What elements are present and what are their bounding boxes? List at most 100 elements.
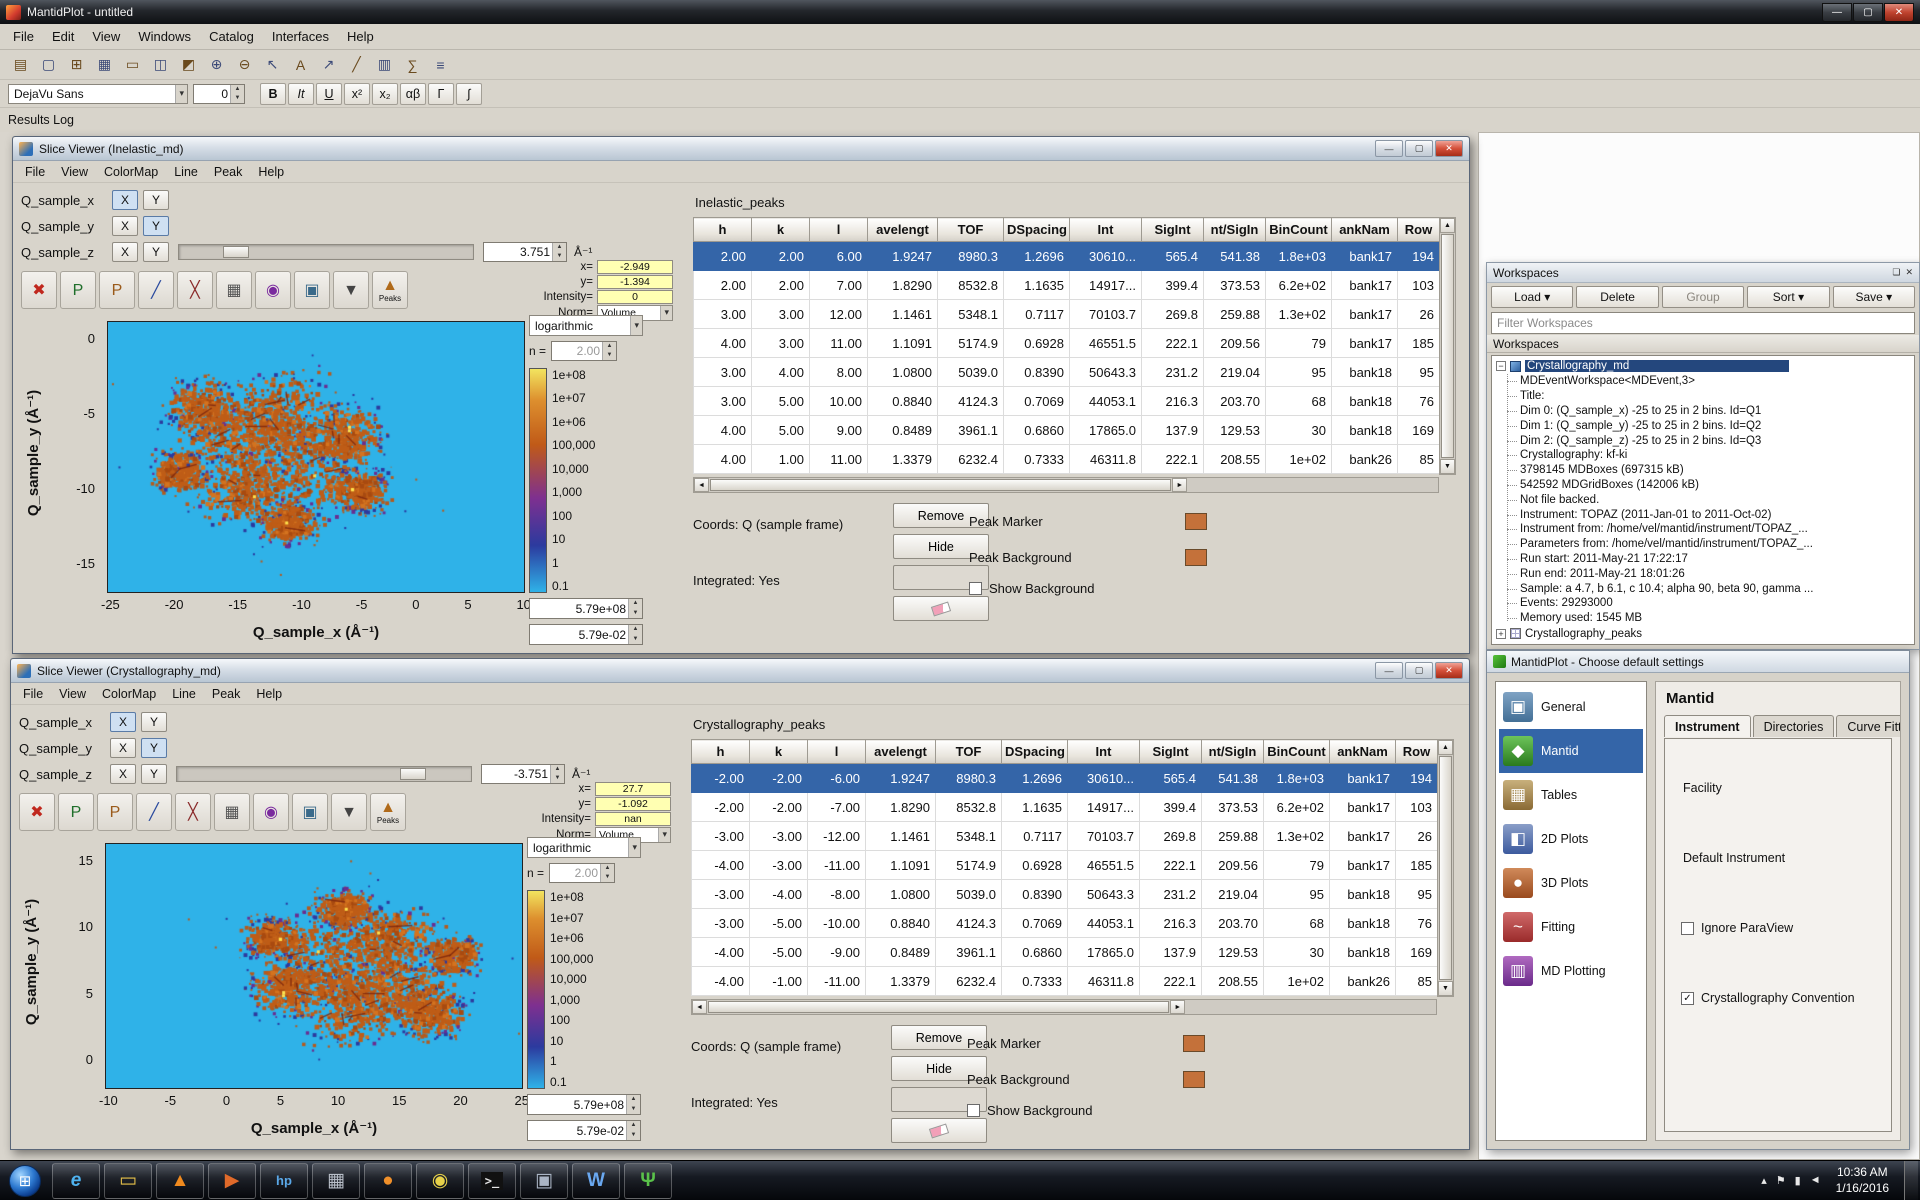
x-axis-button[interactable]: X	[110, 738, 136, 758]
spin-down-icon[interactable]: ▼	[601, 873, 614, 882]
results-log-dock-header[interactable]: Results Log	[0, 108, 1920, 132]
workspace-detail-item[interactable]: Not file backed.	[1503, 492, 1914, 507]
tray-volume[interactable]: ◄	[1810, 1174, 1821, 1187]
peaks-table-row[interactable]: -2.00-2.00-7.001.82908532.81.163514917..…	[692, 793, 1438, 822]
y-axis-button[interactable]: Y	[143, 216, 169, 236]
taskbar-media-player[interactable]: ▶	[208, 1163, 256, 1199]
menu-item[interactable]: Help	[248, 685, 290, 703]
workspace-detail-item[interactable]: 3798145 MDBoxes (697315 kB)	[1503, 463, 1914, 478]
tab-instrument[interactable]: Instrument	[1664, 715, 1751, 737]
clear-line-icon[interactable]: ╳	[175, 793, 211, 831]
peaks-table-row[interactable]: 4.005.009.000.84893961.10.686017865.0137…	[694, 416, 1440, 445]
color-scale-select[interactable]: logarithmic▾	[527, 837, 641, 858]
grid-lines-icon[interactable]: ▦	[214, 793, 250, 831]
peak-background-color-button[interactable]	[1185, 549, 1207, 566]
pointer-icon[interactable]: ↖	[260, 53, 285, 77]
format-button[interactable]: Γ	[428, 83, 454, 105]
spin-down-icon[interactable]: ▼	[627, 1105, 640, 1115]
clear-peaks-button[interactable]	[891, 1118, 987, 1143]
y-axis-button[interactable]: Y	[141, 764, 167, 784]
slice-point-spinner[interactable]: -3.751 ▲▼	[481, 764, 565, 784]
show-background-checkbox[interactable]	[967, 1104, 980, 1117]
scroll-down-icon[interactable]: ▼	[1438, 981, 1453, 996]
dialog-titlebar[interactable]: MantidPlot - Choose default settings	[1487, 651, 1909, 673]
column-header[interactable]: h	[692, 740, 750, 764]
menu-item[interactable]: ColorMap	[96, 163, 166, 181]
tab-directories[interactable]: Directories	[1753, 715, 1835, 737]
column-header[interactable]: TOF	[936, 740, 1002, 764]
slice-point-spinner[interactable]: 3.751 ▲▼	[483, 242, 567, 262]
tray-hidden-icons[interactable]: ▴	[1761, 1174, 1767, 1187]
column-header[interactable]: k	[750, 740, 808, 764]
column-header[interactable]: TOF	[938, 218, 1004, 242]
x-axis-button[interactable]: X	[112, 190, 138, 210]
taskbar-calculator[interactable]: ▦	[312, 1163, 360, 1199]
x-axis-button[interactable]: X	[110, 712, 136, 732]
start-button[interactable]: ⊞	[9, 1165, 41, 1197]
column-header[interactable]: avelengt	[866, 740, 936, 764]
minimize-button[interactable]: —	[1375, 140, 1403, 157]
scrollbar-thumb[interactable]	[708, 1001, 1169, 1013]
taskbar-explorer[interactable]: ▭	[104, 1163, 152, 1199]
minimize-button[interactable]: —	[1375, 662, 1403, 679]
peaks-table-row[interactable]: -4.00-5.00-9.000.84893961.10.686017865.0…	[692, 938, 1438, 967]
peak-edit-icon[interactable]: P	[99, 271, 135, 309]
peaks-table-row[interactable]: 3.004.008.001.08005039.00.839050643.3231…	[694, 358, 1440, 387]
cut-line-icon[interactable]: ╱	[138, 271, 174, 309]
column-header[interactable]: DSpacing	[1002, 740, 1068, 764]
column-header[interactable]: BinCount	[1264, 740, 1330, 764]
new-matrix-icon[interactable]: ▦	[92, 53, 117, 77]
spin-up-icon[interactable]: ▲	[601, 864, 614, 873]
peaks-table-row[interactable]: 2.002.006.001.92478980.31.269630610...56…	[694, 242, 1440, 271]
new-3d-graph-icon[interactable]: ◩	[176, 53, 201, 77]
format-button[interactable]: x₂	[372, 83, 398, 105]
column-header[interactable]: Row	[1398, 218, 1440, 242]
taskbar-vlc[interactable]: ▲	[156, 1163, 204, 1199]
menu-item[interactable]: View	[51, 685, 94, 703]
column-header[interactable]: ankNam	[1330, 740, 1396, 764]
taskbar-word[interactable]: W	[572, 1163, 620, 1199]
x-axis-button[interactable]: X	[112, 242, 138, 262]
slider-thumb[interactable]	[223, 246, 249, 258]
column-header[interactable]: h	[694, 218, 752, 242]
y-axis-button[interactable]: Y	[141, 738, 167, 758]
category-md-plotting[interactable]: ▥ MD Plotting	[1499, 949, 1643, 993]
script-window-icon[interactable]: ≡	[428, 53, 453, 77]
column-header[interactable]: Row	[1396, 740, 1438, 764]
heatmap-plot[interactable]	[105, 843, 523, 1089]
peak-background-color-button[interactable]	[1183, 1071, 1205, 1088]
spin-down-icon[interactable]: ▼	[231, 94, 244, 103]
window-titlebar[interactable]: Slice Viewer (Crystallography_md) — ▢ ✕	[11, 659, 1469, 683]
taskbar-putty[interactable]: ▣	[520, 1163, 568, 1199]
zoom-in-icon[interactable]: ⊕	[204, 53, 229, 77]
vertical-scrollbar[interactable]: ▲▼	[1439, 217, 1456, 475]
scroll-left-icon[interactable]: ◄	[694, 478, 709, 492]
workspace-detail-item[interactable]: Dim 0: (Q_sample_x) -25 to 25 in 2 bins.…	[1503, 404, 1914, 419]
overlay-data-icon[interactable]: ▣	[294, 271, 330, 309]
taskbar-hp[interactable]: hp	[260, 1163, 308, 1199]
menu-item[interactable]: Edit	[43, 26, 83, 47]
collapse-icon[interactable]: −	[1496, 361, 1506, 371]
format-button[interactable]: x²	[344, 83, 370, 105]
format-button[interactable]: ∫	[456, 83, 482, 105]
colorbar[interactable]	[527, 890, 545, 1089]
scrollbar-thumb[interactable]	[1439, 756, 1452, 980]
zoom-out-icon[interactable]: ⊖	[232, 53, 257, 77]
peaks-button[interactable]: ▲ Peaks	[372, 271, 408, 309]
close-button[interactable]: ✕	[1435, 140, 1463, 157]
spin-down-icon[interactable]: ▼	[553, 252, 566, 261]
open-project-icon[interactable]: ▤	[8, 53, 33, 77]
menu-item[interactable]: View	[83, 26, 129, 47]
power-spinbox[interactable]: 2.00 ▲▼	[549, 863, 615, 883]
peaks-table-row[interactable]: -4.00-3.00-11.001.10915174.90.692846551.…	[692, 851, 1438, 880]
vertical-scrollbar[interactable]: ▲▼	[1437, 739, 1454, 997]
column-header[interactable]: l	[810, 218, 868, 242]
peaks-table-row[interactable]: -3.00-3.00-12.001.14615348.10.711770103.…	[692, 822, 1438, 851]
menu-item[interactable]: File	[15, 685, 51, 703]
color-scale-select[interactable]: logarithmic▾	[529, 315, 643, 336]
workspace-detail-item[interactable]: MDEventWorkspace<MDEvent,3>	[1503, 374, 1914, 389]
window-titlebar[interactable]: Slice Viewer (Inelastic_md) — ▢ ✕	[13, 137, 1469, 161]
peak-marker-color-button[interactable]	[1185, 513, 1207, 530]
grid-lines-icon[interactable]: ▦	[216, 271, 252, 309]
rebin-icon[interactable]: ◉	[253, 793, 289, 831]
